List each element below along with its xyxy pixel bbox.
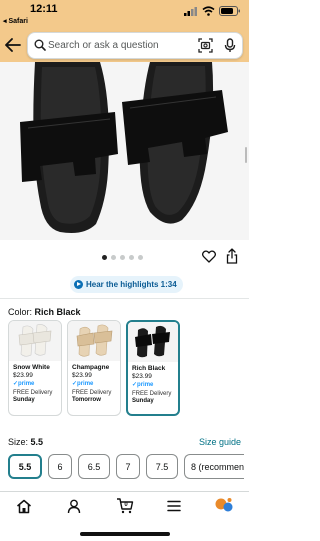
status-icons — [184, 6, 241, 16]
swatch-name: Champagne — [72, 364, 110, 371]
highlights-label: Hear the highlights 1:34 — [86, 280, 177, 289]
swatch-snow-white[interactable]: Snow White $23.99 ✓prime FREE Delivery S… — [8, 320, 62, 416]
black-sandal-thumb — [135, 325, 170, 358]
signal-icon — [184, 6, 197, 16]
swatch-image — [68, 321, 120, 361]
white-sandal-thumb — [18, 324, 52, 357]
size-option[interactable]: 7 — [116, 454, 140, 479]
champagne-sandal-thumb — [76, 324, 113, 357]
carousel-dot[interactable] — [129, 255, 134, 260]
color-label: Color: — [8, 307, 33, 317]
swatch-name: Snow White — [13, 364, 50, 371]
image-carousel-dots[interactable] — [102, 255, 143, 260]
menu-icon[interactable] — [167, 500, 181, 512]
prime-badge: ✓prime — [132, 382, 154, 388]
swatch-name: Rich Black — [132, 365, 166, 372]
size-option[interactable]: 5.5 — [8, 454, 42, 479]
size-label: Size: — [8, 437, 29, 447]
carousel-dot[interactable] — [102, 255, 107, 260]
search-header: Search or ask a question — [0, 30, 249, 62]
swatch-price: $23.99 — [132, 373, 152, 380]
size-option[interactable]: 6 — [48, 454, 72, 479]
carousel-dot[interactable] — [138, 255, 143, 260]
home-indicator[interactable] — [80, 532, 170, 536]
size-options: 5.5 6 6.5 7 7.5 8 (recommen — [8, 454, 244, 479]
swatch-price: $23.99 — [72, 372, 92, 379]
swatch-rich-black[interactable]: Rich Black $23.99 ✓prime FREE Delivery S… — [126, 320, 180, 416]
swatch-delivery: FREE Delivery — [13, 390, 53, 396]
camera-scan-icon[interactable] — [198, 38, 213, 53]
back-arrow-icon[interactable] — [5, 38, 21, 52]
swatch-champagne[interactable]: Champagne $23.99 ✓prime FREE Delivery To… — [67, 320, 121, 416]
swatch-price: $23.99 — [13, 372, 33, 379]
wifi-icon — [202, 6, 215, 16]
hear-highlights-button[interactable]: Hear the highlights 1:34 — [70, 276, 183, 293]
swatch-image — [128, 322, 178, 362]
carousel-dot[interactable] — [120, 255, 125, 260]
search-icon — [34, 39, 46, 51]
status-bar: 12:11 ◂ Safari — [0, 0, 249, 30]
bottom-nav: 0 — [0, 491, 249, 523]
size-option[interactable]: 7.5 — [146, 454, 178, 479]
cart-icon[interactable]: 0 — [116, 497, 134, 514]
play-icon — [74, 280, 83, 289]
size-heading: Size: 5.5 — [8, 437, 43, 447]
page-scroll-indicator — [245, 147, 247, 163]
search-input[interactable]: Search or ask a question — [48, 40, 159, 51]
battery-icon — [219, 6, 240, 16]
rufus-assistant-icon[interactable] — [214, 496, 234, 516]
home-icon[interactable] — [16, 499, 32, 514]
heart-icon[interactable] — [202, 250, 216, 263]
swatch-delivery-day: Tomorrow — [72, 397, 101, 403]
color-selected-value: Rich Black — [34, 307, 81, 317]
swatch-delivery: FREE Delivery — [132, 391, 172, 397]
home-indicator-area — [0, 523, 249, 541]
size-option[interactable]: 8 (recommen — [184, 454, 244, 479]
svg-text:0: 0 — [124, 502, 128, 508]
size-guide-link[interactable]: Size guide — [199, 437, 241, 447]
size-selected-value: 5.5 — [30, 437, 44, 447]
microphone-icon[interactable] — [224, 38, 236, 53]
account-icon[interactable] — [67, 499, 81, 514]
swatch-delivery: FREE Delivery — [72, 390, 112, 396]
prime-badge: ✓prime — [72, 381, 94, 387]
status-time: 12:11 — [30, 3, 58, 15]
share-icon[interactable] — [226, 248, 238, 264]
size-option[interactable]: 6.5 — [78, 454, 110, 479]
color-swatches: Snow White $23.99 ✓prime FREE Delivery S… — [8, 320, 180, 416]
carousel-dot[interactable] — [111, 255, 116, 260]
color-heading: Color: Rich Black — [8, 307, 81, 317]
swatch-delivery-day: Sunday — [13, 397, 35, 403]
prime-badge: ✓prime — [13, 381, 35, 387]
swatch-image — [9, 321, 61, 361]
product-image[interactable] — [0, 62, 249, 240]
search-box[interactable]: Search or ask a question — [27, 32, 243, 59]
swatch-delivery-day: Sunday — [132, 398, 154, 404]
black-sandal-image — [0, 62, 249, 240]
back-to-safari-link[interactable]: ◂ Safari — [3, 17, 28, 25]
divider — [0, 298, 249, 299]
